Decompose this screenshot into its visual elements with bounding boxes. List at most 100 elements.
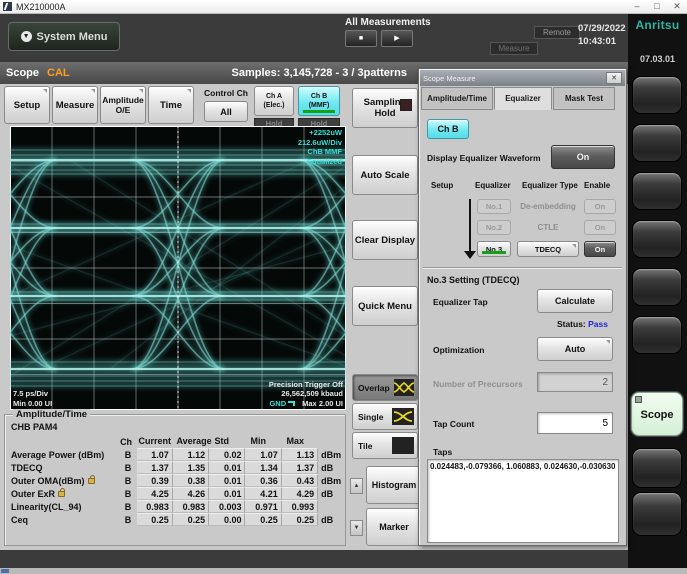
taps-label: Taps — [433, 447, 452, 457]
control-ch-label: Control Ch — [198, 88, 254, 98]
dialog-titlebar[interactable]: Scope Measure ✕ — [420, 70, 625, 86]
channel-a-line2: (Elec.) — [263, 101, 284, 110]
sampling-hold-button[interactable]: Sampling Hold — [352, 88, 418, 128]
dialog-close-button[interactable]: ✕ — [606, 72, 622, 84]
eq-no1-button: No.1 — [477, 199, 511, 214]
row-label: Outer OMA(dBm) — [11, 476, 85, 486]
window-titlebar: MX210000A – □ ✕ — [0, 0, 687, 14]
control-ch-all-button[interactable]: All — [204, 101, 248, 122]
marker-button[interactable]: Marker — [366, 508, 422, 546]
stop-icon: ■ — [359, 35, 363, 42]
system-menu-button[interactable]: ▼ System Menu — [8, 22, 120, 51]
eq-no1-type-label: De-embedding — [515, 202, 581, 211]
channel-b-line1: Ch B — [311, 92, 327, 101]
table-row: Ceq B 0.25 0.25 0.00 0.25 0.25 dB — [9, 513, 343, 526]
dialog-channel-b-button[interactable]: Ch B — [427, 119, 469, 139]
stop-button[interactable]: ■ — [345, 30, 377, 47]
eq-no3-enable-button[interactable]: On — [584, 241, 616, 257]
function-key-button-4[interactable] — [632, 220, 682, 258]
eye-diagram-display: +2252uW 212.6uW/Div ChB MMF Equalized 7.… — [10, 126, 346, 410]
dialog-tabs: Amplitude/Time Equalizer Mask Test — [421, 87, 615, 110]
lock-icon[interactable] — [58, 491, 65, 497]
setting-section-title: No.3 Setting (TDECQ) — [427, 275, 520, 285]
tab-amplitude-time[interactable]: Amplitude/Time — [421, 87, 493, 110]
taskbar-start-chip[interactable] — [1, 569, 9, 573]
table-row: Average Power (dBm) B 1.07 1.12 0.02 1.0… — [9, 448, 343, 461]
table-row: Outer OMA(dBm) B 0.39 0.38 0.01 0.36 0.4… — [9, 474, 343, 487]
tap-count-field[interactable] — [537, 412, 613, 434]
amplitude-oe-button[interactable]: Amplitude O/E — [100, 86, 146, 124]
status-line: Status: Pass — [557, 319, 608, 329]
system-menu-label: System Menu — [37, 31, 108, 43]
calculate-button[interactable]: Calculate — [537, 289, 613, 313]
auto-scale-button[interactable]: Auto Scale — [352, 155, 418, 195]
table-row: Outer ExR B 4.25 4.26 0.01 4.21 4.29 dB — [9, 487, 343, 500]
gnd-indicator: GND — [269, 399, 295, 409]
tile-view-button[interactable]: Tile — [352, 432, 418, 459]
overlap-view-button[interactable]: Overlap — [352, 374, 418, 401]
scope-app-button[interactable]: Scope — [631, 392, 683, 436]
tab-equalizer[interactable]: Equalizer — [494, 87, 552, 110]
trigger-readout: Precision Trigger Off 26,562,509 kbaud G… — [269, 380, 343, 409]
overlap-eye-icon — [394, 379, 414, 396]
function-key-button-7[interactable] — [632, 448, 682, 488]
measure-button[interactable]: Measure — [52, 86, 98, 124]
function-key-button-6[interactable] — [632, 316, 682, 354]
histogram-button[interactable]: Histogram — [366, 466, 422, 504]
start-button[interactable]: ▶ — [381, 30, 413, 47]
status-value: Pass — [588, 319, 608, 329]
scope-app-label: Scope — [640, 409, 673, 421]
function-key-button-3[interactable] — [632, 172, 682, 210]
tab-mask-test[interactable]: Mask Test — [553, 87, 615, 110]
maximize-icon[interactable]: □ — [647, 1, 667, 12]
eq-no3-type-button[interactable]: TDECQ — [517, 241, 579, 257]
type-column-header: Equalizer Type — [522, 181, 578, 190]
scope-title: Scope — [6, 67, 39, 79]
date-label: 07/29/2022 — [578, 22, 626, 35]
function-key-button-2[interactable] — [632, 124, 682, 162]
baud-rate: 26,562,509 kbaud — [269, 389, 343, 399]
minimize-icon[interactable]: – — [627, 1, 647, 12]
function-key-button-5[interactable] — [632, 268, 682, 306]
time-button[interactable]: Time — [148, 86, 194, 124]
eq-no2-button: No.2 — [477, 220, 511, 235]
trigger-status: Precision Trigger Off — [269, 380, 343, 390]
results-group-title: Amplitude/Time — [13, 409, 90, 420]
quick-menu-button[interactable]: Quick Menu — [352, 286, 418, 326]
display-eq-waveform-toggle[interactable]: On — [551, 145, 615, 169]
single-view-button[interactable]: Single — [352, 403, 418, 430]
scroll-down-button[interactable]: ▼ — [350, 520, 363, 536]
min-ui-label: Min 0.00 UI — [13, 399, 52, 409]
menu-arrow-icon: ▼ — [21, 31, 32, 42]
function-key-sidebar: Anritsu 07.03.01 Scope — [628, 14, 687, 568]
channel-a-button[interactable]: Ch A (Elec.) — [254, 86, 294, 116]
app-window: MX210000A – □ ✕ ▼ System Menu All Measur… — [0, 0, 687, 574]
function-key-button-8[interactable] — [632, 492, 682, 536]
table-row: TDECQ B 1.37 1.35 0.01 1.34 1.37 dB — [9, 461, 343, 474]
dialog-title: Scope Measure — [423, 74, 476, 83]
datetime-display: 07/29/2022 10:43:01 — [578, 22, 626, 48]
bottom-strip — [0, 550, 628, 568]
close-icon[interactable]: ✕ — [667, 1, 687, 12]
row-label: TDECQ — [11, 463, 43, 473]
equalizer-tap-label: Equalizer Tap — [433, 297, 488, 307]
channel-b-button[interactable]: Ch B (MMF) — [298, 86, 340, 116]
taps-field[interactable]: 0.024483,-0.079366, 1.060883, 0.024630,-… — [427, 459, 619, 543]
gnd-label: GND — [269, 399, 286, 409]
tile-label: Tile — [358, 441, 373, 451]
eq-no1-enable-button: On — [584, 199, 616, 214]
enable-column-header: Enable — [584, 181, 610, 190]
eq-no3-button[interactable]: No.3 — [477, 241, 511, 257]
setup-button[interactable]: Setup — [4, 86, 50, 124]
row-label: Outer ExR — [11, 489, 55, 499]
optimization-select[interactable]: Auto — [537, 337, 613, 361]
channel-b-line2: (MMF) — [309, 101, 330, 110]
function-key-button-1[interactable] — [632, 76, 682, 114]
results-table: Ch Current Average Std Dev Min Max Avera… — [9, 435, 343, 526]
clear-display-button[interactable]: Clear Display — [352, 220, 418, 260]
remote-indicator: Remote — [534, 26, 580, 39]
tap-count-label: Tap Count — [433, 419, 474, 429]
lock-icon[interactable] — [88, 478, 95, 484]
results-subtitle: CHB PAM4 — [11, 422, 57, 432]
scroll-up-button[interactable]: ▲ — [350, 478, 363, 494]
